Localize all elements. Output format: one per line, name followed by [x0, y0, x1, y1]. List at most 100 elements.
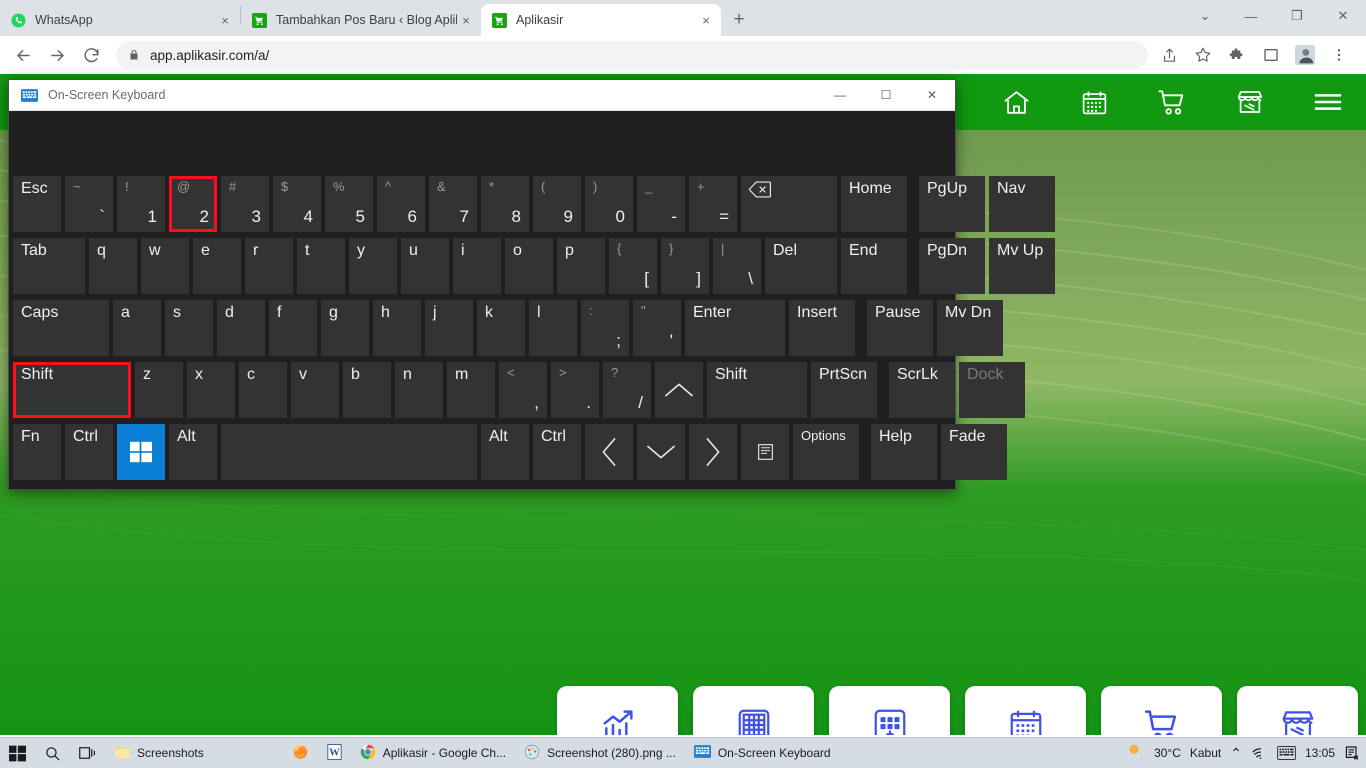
nav-card-jurnal[interactable]: JURNAL: [693, 686, 814, 735]
hamburger-menu-icon[interactable]: [1308, 82, 1348, 122]
profile-avatar[interactable]: [1290, 40, 1320, 70]
osk-key-r2c11[interactable]: " ': [633, 300, 681, 356]
keyboard-tray-icon[interactable]: [1277, 746, 1296, 760]
nav-card-histori[interactable]: HISTORI: [965, 686, 1086, 735]
osk-key-m[interactable]: m: [447, 362, 495, 418]
task-view-icon[interactable]: [70, 738, 106, 768]
taskbar-window-chrome[interactable]: Aplikasir - Google Ch...: [351, 738, 515, 768]
new-tab-button[interactable]: +: [725, 6, 753, 34]
osk-key-r3c8[interactable]: <,: [499, 362, 547, 418]
osk-key-d[interactable]: d: [217, 300, 265, 356]
osk-key-alt[interactable]: Alt: [481, 424, 529, 480]
forward-icon[interactable]: [42, 40, 72, 70]
store-icon[interactable]: [1230, 82, 1270, 122]
share-icon[interactable]: [1154, 40, 1184, 70]
osk-key-f[interactable]: f: [269, 300, 317, 356]
osk-key-r3c9[interactable]: >.: [551, 362, 599, 418]
osk-key-z[interactable]: z: [135, 362, 183, 418]
osk-key-arrow-right-icon[interactable]: [689, 424, 737, 480]
wifi-icon[interactable]: [1251, 746, 1268, 760]
reload-icon[interactable]: [76, 40, 106, 70]
taskbar-pinned-firefox[interactable]: [283, 738, 318, 768]
osk-key-r1c12[interactable]: }]: [661, 238, 709, 294]
osk-key-esc[interactable]: Esc: [13, 176, 61, 232]
osk-key-t[interactable]: t: [297, 238, 345, 294]
maximize-button[interactable]: ❐: [1274, 0, 1320, 32]
back-icon[interactable]: [8, 40, 38, 70]
nav-card-grafik[interactable]: GRAFIK: [557, 686, 678, 735]
osk-key-ctrl[interactable]: Ctrl: [65, 424, 113, 480]
osk-key-a[interactable]: a: [113, 300, 161, 356]
osk-key-j[interactable]: j: [425, 300, 473, 356]
taskbar-window-paint[interactable]: Screenshot (280).png ...: [515, 738, 685, 768]
osk-key-del[interactable]: Del: [765, 238, 837, 294]
close-icon[interactable]: ×: [697, 11, 715, 29]
osk-key-9[interactable]: (9: [533, 176, 581, 232]
osk-key-3[interactable]: #3: [221, 176, 269, 232]
minimize-button[interactable]: —: [817, 80, 863, 111]
nav-card-produk[interactable]: PRODUK: [829, 686, 950, 735]
search-icon[interactable]: [35, 738, 70, 768]
osk-key-alt[interactable]: Alt: [169, 424, 217, 480]
osk-key-windows-logo-icon[interactable]: [117, 424, 165, 480]
osk-key-8[interactable]: * 8: [481, 176, 529, 232]
extensions-puzzle-icon[interactable]: [1222, 40, 1252, 70]
osk-key-7[interactable]: & 7: [429, 176, 477, 232]
osk-key-pgup[interactable]: PgUp: [919, 176, 985, 232]
space-key[interactable]: [221, 424, 477, 480]
osk-key-context-menu-icon[interactable]: [741, 424, 789, 480]
osk-key-shift[interactable]: Shift: [13, 362, 131, 418]
osk-key-w[interactable]: w: [141, 238, 189, 294]
osk-key-backspace-icon[interactable]: [741, 176, 837, 232]
osk-key-prtscn[interactable]: PrtScn: [811, 362, 877, 418]
osk-key-shift[interactable]: Shift: [707, 362, 807, 418]
osk-key-x[interactable]: x: [187, 362, 235, 418]
osk-key-b[interactable]: b: [343, 362, 391, 418]
browser-tab-whatsapp[interactable]: WhatsApp ×: [0, 4, 240, 36]
osk-key-pause[interactable]: Pause: [867, 300, 933, 356]
clock[interactable]: 13:05: [1305, 746, 1335, 760]
osk-key-p[interactable]: p: [557, 238, 605, 294]
calendar-icon[interactable]: [1074, 82, 1114, 122]
address-bar[interactable]: app.aplikasir.com/a/: [116, 41, 1148, 69]
osk-key-r1c11[interactable]: {[: [609, 238, 657, 294]
bookmark-star-icon[interactable]: [1188, 40, 1218, 70]
osk-key-c[interactable]: c: [239, 362, 287, 418]
weather-temp[interactable]: 30°C: [1154, 746, 1181, 760]
osk-key-r0c1[interactable]: ~ `: [65, 176, 113, 232]
taskbar-pinned-word[interactable]: W: [318, 738, 351, 768]
osk-key-mv-up[interactable]: Mv Up: [989, 238, 1055, 294]
browser-tab-blog[interactable]: Tambahkan Pos Baru ‹ Blog Aplik ×: [241, 4, 481, 36]
osk-key-e[interactable]: e: [193, 238, 241, 294]
osk-key-arrow-left-icon[interactable]: [585, 424, 633, 480]
osk-key-u[interactable]: u: [401, 238, 449, 294]
osk-key-5[interactable]: % 5: [325, 176, 373, 232]
osk-key-options[interactable]: Options: [793, 424, 859, 480]
osk-key-fn[interactable]: Fn: [13, 424, 61, 480]
osk-key-scrlk[interactable]: ScrLk: [889, 362, 955, 418]
minimize-button[interactable]: —: [1228, 0, 1274, 32]
osk-key-mv-dn[interactable]: Mv Dn: [937, 300, 1003, 356]
notifications-icon[interactable]: [1344, 745, 1360, 761]
osk-key-k[interactable]: k: [477, 300, 525, 356]
osk-key-r3c10[interactable]: ? /: [603, 362, 651, 418]
nav-card-penjualan[interactable]: PENJUALAN: [1237, 686, 1358, 735]
osk-key-r2c10[interactable]: :;: [581, 300, 629, 356]
osk-key-r1c13[interactable]: | \: [713, 238, 761, 294]
osk-key-s[interactable]: s: [165, 300, 213, 356]
taskbar-window-osk[interactable]: On-Screen Keyboard: [685, 738, 840, 768]
osk-key-l[interactable]: l: [529, 300, 577, 356]
osk-key-home[interactable]: Home: [841, 176, 907, 232]
osk-key-help[interactable]: Help: [871, 424, 937, 480]
osk-key-fade[interactable]: Fade: [941, 424, 1007, 480]
osk-key-enter[interactable]: Enter: [685, 300, 785, 356]
maximize-button[interactable]: ☐: [863, 80, 909, 111]
osk-key-n[interactable]: n: [395, 362, 443, 418]
close-icon[interactable]: ×: [457, 11, 475, 29]
osk-key-r[interactable]: r: [245, 238, 293, 294]
close-button[interactable]: ✕: [909, 80, 955, 111]
osk-key-r0c13[interactable]: + =: [689, 176, 737, 232]
osk-key-dock[interactable]: Dock: [959, 362, 1025, 418]
osk-key-tab[interactable]: Tab: [13, 238, 85, 294]
osk-key-r0c12[interactable]: _ -: [637, 176, 685, 232]
